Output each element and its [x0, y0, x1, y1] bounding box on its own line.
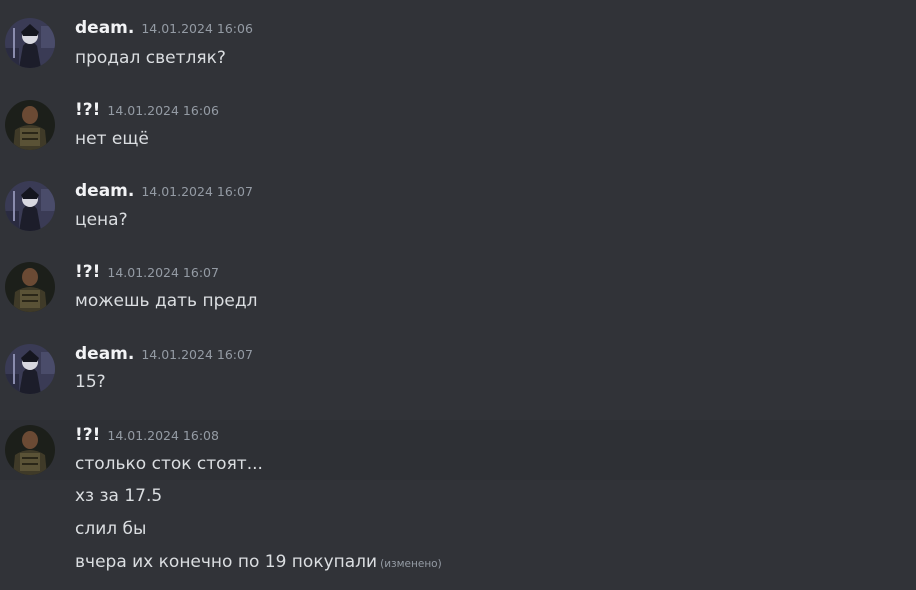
followup-message: вчера их конечно по 19 покупали (изменено… [75, 552, 442, 572]
message-group[interactable]: !?! 14.01.2024 16:07 можешь дать предл [0, 262, 916, 322]
message-text: можешь дать предл [75, 291, 258, 311]
message-text: цена? [75, 210, 128, 230]
followup-message: слил бы [75, 519, 147, 539]
message-header: deam. 14.01.2024 16:07 [75, 181, 253, 201]
message-group[interactable]: deam. 14.01.2024 16:06 продал светляк? [0, 18, 916, 78]
message-text: нет ещё [75, 129, 149, 149]
message-text: столько сток стоят... [75, 454, 263, 474]
timestamp: 14.01.2024 16:06 [141, 21, 253, 36]
message-header: deam. 14.01.2024 16:07 [75, 344, 253, 364]
message-text: 15? [75, 372, 106, 392]
avatar-user-2[interactable] [5, 100, 55, 150]
timestamp: 14.01.2024 16:06 [107, 103, 219, 118]
message-header: !?! 14.01.2024 16:07 [75, 262, 219, 282]
message-text: продал светляк? [75, 48, 226, 68]
avatar-deam[interactable] [5, 181, 55, 231]
avatar-deam[interactable] [5, 344, 55, 394]
message-group-hovered[interactable]: !?! 14.01.2024 16:08 столько сток стоят..… [0, 420, 916, 480]
author-name[interactable]: deam. [75, 18, 134, 38]
avatar-user-2[interactable] [5, 425, 55, 475]
author-name[interactable]: !?! [75, 425, 100, 445]
followup-message: хз за 17.5 [75, 486, 163, 506]
message-header: deam. 14.01.2024 16:06 [75, 18, 253, 38]
author-name[interactable]: deam. [75, 181, 134, 201]
avatar-deam[interactable] [5, 18, 55, 68]
message-header: !?! 14.01.2024 16:08 [75, 425, 219, 445]
author-name[interactable]: !?! [75, 262, 100, 282]
timestamp: 14.01.2024 16:07 [141, 184, 253, 199]
avatar-user-2[interactable] [5, 262, 55, 312]
followup-message-text: вчера их конечно по 19 покупали [75, 552, 378, 572]
timestamp: 14.01.2024 16:07 [107, 265, 219, 280]
message-header: !?! 14.01.2024 16:06 [75, 100, 219, 120]
author-name[interactable]: deam. [75, 344, 134, 364]
edited-label: (изменено) [380, 558, 442, 570]
message-group[interactable]: deam. 14.01.2024 16:07 цена? [0, 181, 916, 241]
author-name[interactable]: !?! [75, 100, 100, 120]
timestamp: 14.01.2024 16:08 [107, 428, 219, 443]
timestamp: 14.01.2024 16:07 [141, 347, 253, 362]
message-group[interactable]: deam. 14.01.2024 16:07 15? [0, 344, 916, 404]
message-group[interactable]: !?! 14.01.2024 16:06 нет ещё [0, 100, 916, 160]
